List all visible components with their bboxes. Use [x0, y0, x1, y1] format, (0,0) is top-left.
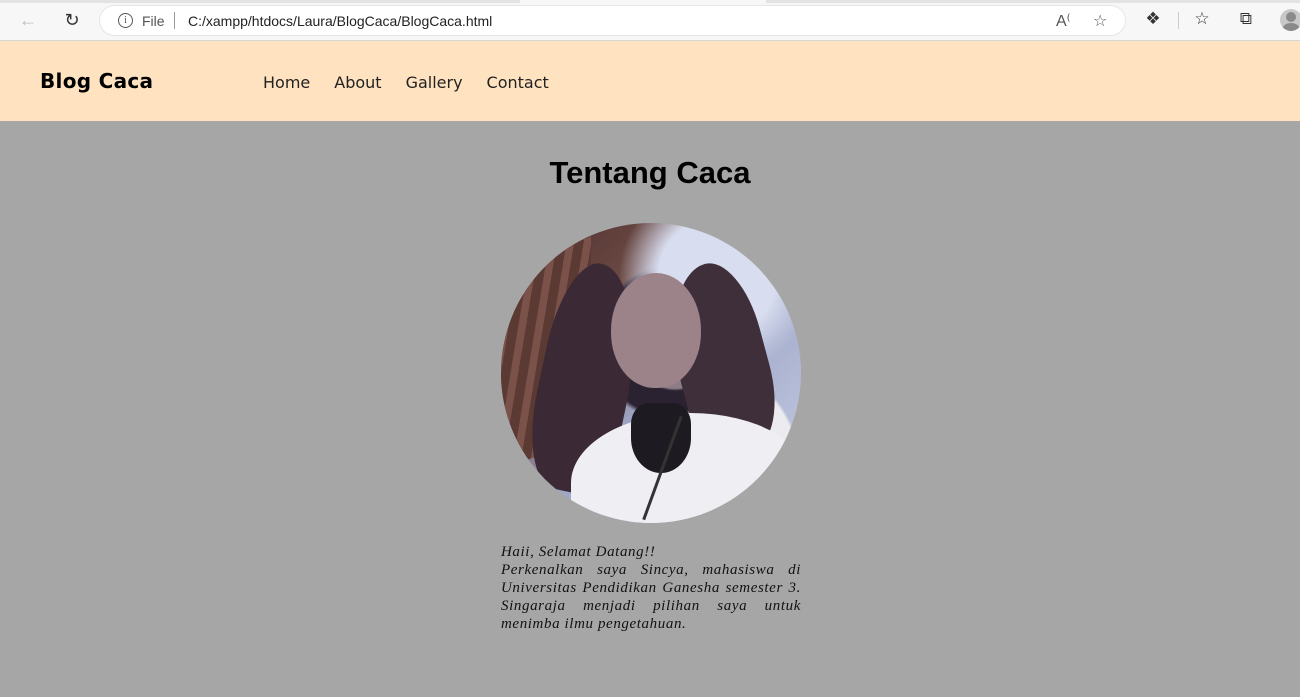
collections-icon[interactable]: ⧉: [1235, 9, 1257, 29]
photo-face: [611, 273, 701, 388]
read-aloud-icon[interactable]: A⁽: [1056, 11, 1071, 31]
intro-text: Haii, Selamat Datang!! Perkenalkan saya …: [501, 543, 801, 633]
reload-icon[interactable]: ↻: [61, 9, 83, 31]
nav-home[interactable]: Home: [263, 73, 310, 92]
browser-toolbar: ← ↻ i File C:/xampp/htdocs/Laura/BlogCac…: [0, 0, 1300, 41]
favorites-icon[interactable]: ☆: [1191, 9, 1213, 29]
intro-paragraph: Perkenalkan saya Sincya, mahasiswa di Un…: [501, 562, 801, 632]
info-icon[interactable]: i: [118, 13, 133, 28]
site-header: Blog Caca Home About Gallery Contact: [0, 41, 1300, 121]
add-favorite-icon[interactable]: ☆: [1093, 11, 1107, 31]
tab-strip: [0, 0, 1300, 3]
site-brand[interactable]: Blog Caca: [40, 69, 153, 93]
nav-about[interactable]: About: [334, 73, 381, 92]
profile-icon[interactable]: [1280, 9, 1300, 31]
toolbar-separator: [1178, 12, 1179, 29]
page-title: Tentang Caca: [549, 155, 751, 190]
file-label: File: [142, 13, 165, 29]
url-text[interactable]: C:/xampp/htdocs/Laura/BlogCaca/BlogCaca.…: [188, 13, 492, 29]
address-separator: [174, 12, 175, 29]
back-icon[interactable]: ←: [17, 9, 39, 31]
profile-photo: [501, 223, 801, 523]
main-nav: Home About Gallery Contact: [263, 73, 549, 92]
photo-shirt: [631, 403, 691, 473]
nav-contact[interactable]: Contact: [487, 73, 549, 92]
active-tab-indicator: [520, 0, 766, 3]
address-bar[interactable]: i File C:/xampp/htdocs/Laura/BlogCaca/Bl…: [100, 6, 1125, 35]
intro-greeting: Haii, Selamat Datang!!: [501, 544, 656, 560]
extensions-icon[interactable]: ❖: [1142, 9, 1164, 29]
nav-gallery[interactable]: Gallery: [406, 73, 463, 92]
